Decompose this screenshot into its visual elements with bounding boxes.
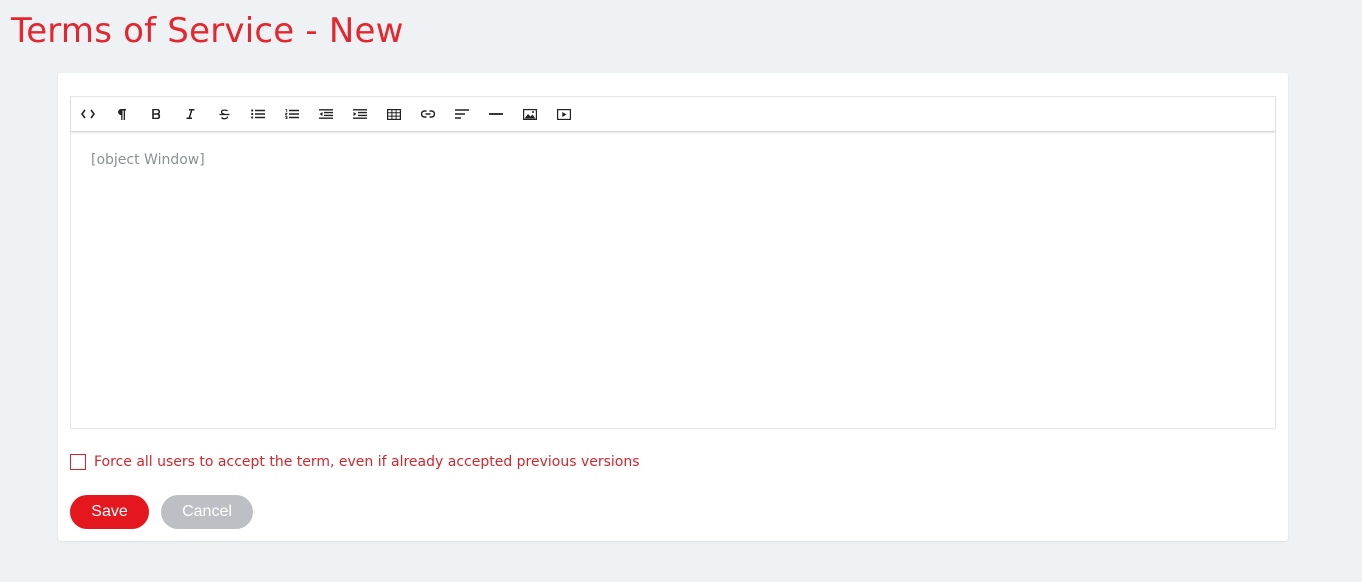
table-button[interactable]	[377, 97, 411, 131]
table-icon	[387, 108, 401, 120]
align-icon	[455, 109, 469, 119]
force-accept-row: Force all users to accept the term, even…	[70, 454, 640, 470]
link-button[interactable]	[411, 97, 445, 131]
editor-content[interactable]: [object Window]	[71, 132, 1275, 188]
video-button[interactable]	[547, 97, 581, 131]
code-view-icon	[81, 109, 95, 119]
alignment-button[interactable]	[445, 97, 479, 131]
numbered-list-button[interactable]	[275, 97, 309, 131]
numbered-list-icon	[285, 109, 299, 119]
paragraph-icon	[118, 108, 126, 120]
code-view-button[interactable]	[71, 97, 105, 131]
strikethrough-icon	[219, 108, 229, 119]
editor-toolbar	[71, 97, 1275, 132]
bullet-list-button[interactable]	[241, 97, 275, 131]
bold-button[interactable]	[139, 97, 173, 131]
indent-button[interactable]	[343, 97, 377, 131]
italic-icon	[186, 109, 194, 119]
rich-text-editor: [object Window]	[70, 96, 1276, 429]
horizontal-rule-icon	[489, 113, 503, 115]
force-accept-label[interactable]: Force all users to accept the term, even…	[94, 454, 640, 470]
italic-button[interactable]	[173, 97, 207, 131]
paragraph-button[interactable]	[105, 97, 139, 131]
link-icon	[421, 110, 435, 118]
indent-icon	[353, 109, 367, 119]
horizontal-rule-button[interactable]	[479, 97, 513, 131]
force-accept-checkbox[interactable]	[70, 454, 86, 470]
bold-icon	[151, 109, 160, 119]
strikethrough-button[interactable]	[207, 97, 241, 131]
page-title: Terms of Service - New	[11, 11, 404, 51]
video-icon	[557, 108, 571, 120]
outdent-button[interactable]	[309, 97, 343, 131]
bullet-list-icon	[251, 109, 265, 119]
save-button[interactable]: Save	[70, 495, 149, 529]
outdent-icon	[319, 109, 333, 119]
image-button[interactable]	[513, 97, 547, 131]
image-icon	[523, 108, 537, 120]
cancel-button[interactable]: Cancel	[161, 495, 253, 529]
form-card: [object Window] Force all users to accep…	[58, 73, 1288, 541]
